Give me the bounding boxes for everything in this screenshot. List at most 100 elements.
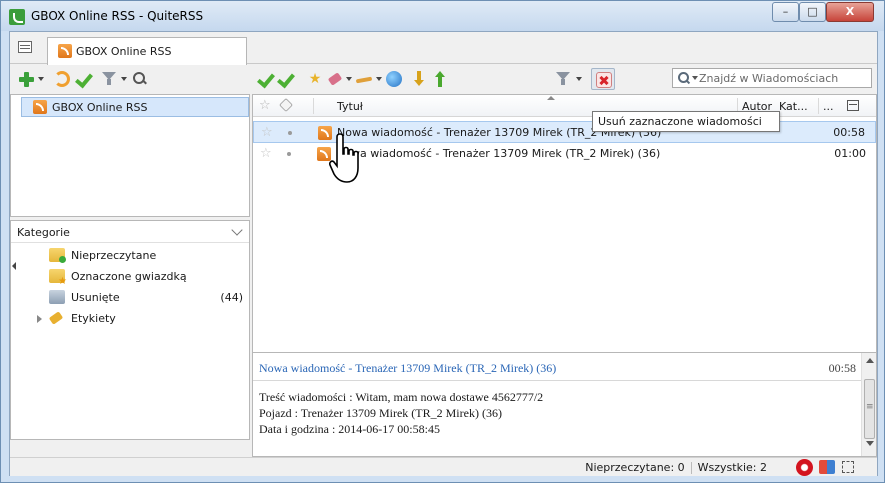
delete-tooltip: Usuń zaznaczone wiadomości [592, 111, 780, 132]
status-bar: Nieprzeczytane: 0 Wszystkie: 2 [10, 457, 877, 476]
category-label: Oznaczone gwiazdką [71, 270, 187, 283]
preview-line: Pojazd : Trenażer 13709 Mirek (TR_2 Mire… [259, 406, 502, 420]
preview-scrollbar[interactable] [861, 353, 876, 456]
preview-body: Treść wiadomości : Witam, mam nowa dosta… [259, 389, 543, 437]
splitter-arrow-icon[interactable] [12, 262, 16, 270]
delete-icon [596, 72, 612, 88]
tab-feed[interactable]: GBOX Online RSS [47, 37, 247, 65]
feeds-tree: GBOX Online RSS [10, 94, 250, 217]
title-bar: GBOX Online RSS - QuiteRSS – □ X [1, 1, 884, 31]
news-list-header: ☆ Tytuł Autor Kat... ... [253, 95, 876, 117]
tab-feed-label: GBOX Online RSS [76, 45, 172, 58]
tab-row: GBOX Online RSS [10, 32, 877, 65]
news-time: 01:00 [834, 147, 866, 160]
next-news-icon[interactable] [411, 71, 427, 87]
feeds-toolbar [10, 65, 250, 93]
status-counts: Nieprzeczytane: 0 Wszystkie: 2 [585, 461, 767, 474]
browser-toggle-icon[interactable] [819, 460, 835, 474]
fullscreen-icon[interactable] [842, 461, 854, 473]
open-in-browser-icon[interactable] [386, 71, 402, 87]
find-feed-icon[interactable] [132, 71, 148, 87]
window-title: GBOX Online RSS - QuiteRSS [31, 9, 204, 23]
client-area: GBOX Online RSS ★ Znajdź w Wiadomościach… [9, 31, 878, 476]
scroll-thumb[interactable] [864, 379, 875, 439]
category-label: Usunięte [71, 291, 120, 304]
mark-all-read-icon[interactable] [278, 71, 294, 87]
star-column-icon[interactable]: ☆ [259, 98, 271, 113]
scroll-up-icon[interactable] [866, 358, 874, 363]
opera-icon[interactable] [796, 459, 813, 476]
label-icon[interactable] [327, 71, 343, 87]
status-divider [690, 462, 692, 474]
column-divider [313, 98, 314, 114]
folder-star-icon [49, 269, 67, 287]
close-button[interactable]: X [826, 2, 874, 22]
category-label: Etykiety [71, 312, 116, 325]
share-icon[interactable] [356, 71, 372, 87]
expand-arrow-icon[interactable] [37, 315, 42, 323]
search-icon[interactable] [678, 72, 690, 84]
news-filter-icon[interactable] [556, 71, 570, 85]
unread-count: Nieprzeczytane: 0 [585, 461, 685, 474]
sort-arrow-icon [547, 96, 555, 100]
column-more[interactable]: ... [823, 100, 834, 113]
star-icon[interactable]: ★ [307, 71, 323, 87]
news-search-box[interactable] [672, 68, 872, 88]
folder-new-icon [49, 248, 66, 263]
read-column-icon[interactable] [278, 97, 294, 113]
read-status-icon[interactable] [287, 152, 291, 156]
mark-read-icon[interactable] [258, 71, 274, 87]
search-input[interactable] [699, 71, 869, 85]
filter-dropdown-icon[interactable] [121, 77, 127, 81]
column-divider [818, 98, 819, 114]
column-title[interactable]: Tytuł [337, 100, 363, 113]
category-count: (44) [220, 291, 243, 304]
minimize-button[interactable]: – [772, 2, 799, 22]
news-toolbar: ★ [252, 65, 877, 93]
maximize-button[interactable]: □ [799, 2, 826, 22]
preview-title-link[interactable]: Nowa wiadomość - Trenażer 13709 Mirek (T… [259, 361, 556, 376]
preview-time: 00:58 [828, 361, 856, 375]
mark-read-icon[interactable] [76, 71, 92, 87]
category-deleted[interactable]: Usunięte (44) [11, 287, 249, 308]
delete-news-button[interactable] [591, 68, 615, 90]
hand-cursor-icon [329, 133, 359, 183]
star-icon[interactable]: ☆ [260, 146, 272, 161]
news-title: Nowa wiadomość - Trenażer 13709 Mirek (T… [336, 147, 661, 160]
add-feed-icon[interactable] [18, 71, 34, 87]
column-category[interactable]: Kat... [779, 100, 808, 113]
refresh-icon[interactable] [54, 71, 70, 87]
categories-panel: Kategorie Nieprzeczytane Oznaczone gwiaz… [10, 220, 250, 440]
category-labels[interactable]: Etykiety [11, 308, 249, 329]
panel-toggle-icon[interactable] [18, 41, 32, 53]
preview-line: Treść wiadomości : Witam, mam nowa dosta… [259, 390, 544, 404]
scroll-down-icon[interactable] [866, 441, 874, 446]
read-status-icon[interactable] [288, 131, 292, 135]
news-time: 00:58 [833, 126, 865, 139]
search-options-icon[interactable] [692, 76, 698, 80]
rss-icon [58, 44, 72, 58]
label-icon [49, 311, 65, 325]
feed-item[interactable]: GBOX Online RSS [21, 97, 249, 117]
rss-icon [33, 100, 47, 114]
star-icon[interactable]: ☆ [261, 125, 273, 140]
category-label: Nieprzeczytane [71, 249, 157, 262]
label-dropdown-icon[interactable] [346, 77, 352, 81]
add-feed-dropdown-icon[interactable] [38, 77, 44, 81]
news-filter-dropdown-icon[interactable] [576, 77, 582, 81]
previous-news-icon[interactable] [432, 71, 448, 87]
column-menu-icon[interactable] [847, 100, 859, 111]
preview-header: Nowa wiadomość - Trenażer 13709 Mirek (T… [253, 353, 862, 381]
app-window: GBOX Online RSS - QuiteRSS – □ X GBOX On… [0, 0, 885, 483]
total-count: Wszystkie: 2 [697, 461, 767, 474]
category-starred[interactable]: Oznaczone gwiazdką [11, 266, 249, 287]
chevron-down-icon[interactable] [231, 224, 243, 236]
categories-header-label: Kategorie [17, 226, 70, 239]
category-unread[interactable]: Nieprzeczytane [11, 245, 249, 266]
categories-header[interactable]: Kategorie [11, 221, 249, 243]
preview-line: Data i godzina : 2014-06-17 00:58:45 [259, 422, 440, 436]
filter-icon[interactable] [102, 71, 116, 85]
news-preview: Nowa wiadomość - Trenażer 13709 Mirek (T… [252, 352, 877, 457]
recycle-bin-icon [49, 290, 65, 304]
share-dropdown-icon[interactable] [376, 77, 382, 81]
